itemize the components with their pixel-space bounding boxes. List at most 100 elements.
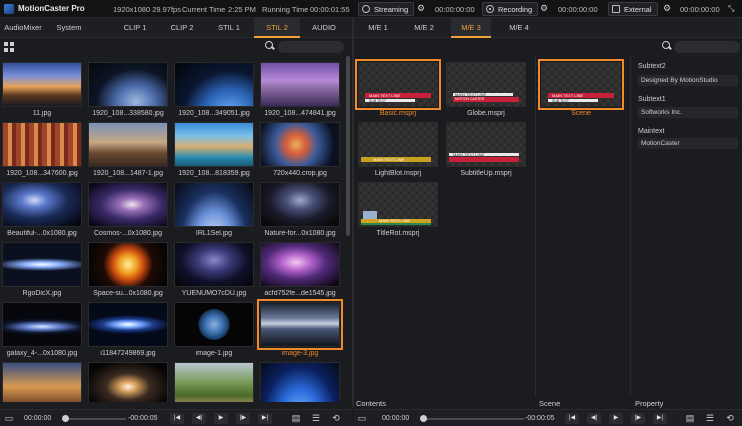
still-thumbnail[interactable]: Space-su...0x1080.jpg [88,242,168,297]
list-icon[interactable]: ☰ [704,413,716,424]
property-label: Maintext [638,128,665,135]
tab-clip-1[interactable]: CLIP 1 [113,18,157,38]
right-transport-bar: ▭ 00:00:00 -00:00:05 |◀ ◀| ▶ |▶ ▶| ▤ ☰ ⟲ [354,409,742,426]
still-thumbnail[interactable]: galaxy_4-...0x1080.jpg [2,302,82,357]
recording-button[interactable]: Recording [482,2,539,16]
loop-icon[interactable]: ⟲ [330,413,342,424]
still-thumbnail[interactable]: 1920_108...1487-1.jpg [88,122,168,177]
tab-audiomixer[interactable]: AudioMixer [0,18,46,38]
still-thumbnail-selected[interactable]: image-3.jpg [257,299,343,357]
tab-me-4[interactable]: M/E 4 [501,18,537,38]
streaming-settings-gear-icon[interactable]: ⚙ [417,4,426,13]
recording-settings-gear-icon[interactable]: ⚙ [540,4,549,13]
still-thumbnail[interactable]: 1920_108...347600.jpg [2,122,82,177]
scene-thumbnail[interactable]: MAIN TEXT LINE SUB TEXT Scene [538,59,624,117]
tab-me-3[interactable]: M/E 3 [451,18,491,38]
streaming-button[interactable]: Streaming [358,2,415,16]
still-thumbnail[interactable]: Nature-for...0x1080.jpg [260,182,340,237]
tab-me-1[interactable]: M/E 1 [360,18,396,38]
still-thumbnail[interactable]: 1920_108...818359.jpg [174,122,254,177]
still-thumbnail[interactable]: 1920_108...338580.jpg [88,62,168,117]
scene-section-label: Scene [539,399,561,408]
transport-seek-track[interactable] [64,418,126,420]
still-thumbnail[interactable]: YUENUMO7cDU.jpg [174,242,254,297]
tab-system[interactable]: System [50,18,88,38]
tab-clip-2[interactable]: CLIP 2 [160,18,204,38]
tab-stil-1[interactable]: STIL 1 [207,18,251,38]
loop-icon[interactable]: ⟲ [724,413,736,424]
property-value-field[interactable]: Softworks Inc. [638,107,738,118]
running-time-label: Running Time [262,5,309,14]
skip-to-end-button[interactable]: ▶| [653,413,667,424]
contents-scene-divider [535,56,536,396]
running-time: 00:00:01:55 [310,5,350,14]
skip-to-start-button[interactable]: |◀ [170,413,184,424]
search-icon[interactable] [265,41,275,51]
skip-to-end-button[interactable]: ▶| [258,413,272,424]
property-section-label: Property [635,399,664,408]
still-thumbnail[interactable]: image-1.jpg [174,302,254,357]
still-thumbnail[interactable]: Cosmos-...0x1080.jpg [88,182,168,237]
scene-property-divider [630,56,631,396]
tab-stil-2[interactable]: STIL 2 [254,18,300,38]
content-thumbnail-selected[interactable]: MAIN TEXT LINE SUB TEXT Basic.msprj [355,59,441,117]
content-thumbnail[interactable]: MAIN TEXT LINE TitleRot.msprj [358,182,438,237]
stills-toolbar [0,38,352,56]
play-button[interactable]: ▶ [609,413,623,424]
still-thumbnail[interactable]: IRL1Sel.jpg [174,182,254,237]
transport-seek-track[interactable] [422,418,524,420]
transport-end-time: -00:00:05 [128,415,158,422]
step-back-button[interactable]: ◀| [192,413,206,424]
folder-icon[interactable]: ▭ [356,413,368,424]
still-thumbnail[interactable] [174,362,254,402]
still-thumbnail[interactable] [2,362,82,402]
recording-time: 00:00:00:00 [558,5,598,14]
transport-start-time: 00:00:00 [24,415,52,422]
external-icon [612,5,620,13]
still-thumbnail[interactable]: RgoDicX.jpg [2,242,82,297]
play-button[interactable]: ▶ [214,413,228,424]
step-forward-button[interactable]: |▶ [631,413,645,424]
still-thumbnail[interactable]: i11847249869.jpg [88,302,168,357]
contents-search-input[interactable] [674,41,740,53]
external-button[interactable]: External [608,2,658,16]
content-thumbnail[interactable]: MAIN TEXT LINE LightBlot.msprj [358,122,438,177]
property-value-field[interactable]: MotionCaster [638,138,738,149]
transport-seek-knob[interactable] [62,415,69,422]
grid-view-icon[interactable] [4,42,14,52]
property-value-field[interactable]: Designed By MotionStudio [638,75,738,86]
step-back-button[interactable]: ◀| [587,413,601,424]
step-forward-button[interactable]: |▶ [236,413,250,424]
collapse-arrow-icon[interactable]: ⤡ [728,4,734,14]
stills-search-input[interactable] [278,41,344,53]
folder-icon[interactable]: ▭ [3,413,15,424]
app-logo-icon [4,3,14,14]
still-thumbnail[interactable]: 720x440.crop.jpg [260,122,340,177]
transport-seek-knob[interactable] [420,415,427,422]
list-icon[interactable]: ☰ [310,413,322,424]
resolution-readout: 1920x1080 29.97fps [113,5,181,14]
contents-section-label: Contents [356,399,387,408]
clapper-icon[interactable]: ▤ [684,413,696,424]
still-thumbnail[interactable]: acfd752fe...de1545.jpg [260,242,340,297]
still-thumbnail[interactable]: 11.jpg [2,62,82,117]
tab-audio[interactable]: AUDIO [302,18,346,38]
panel-divider[interactable] [352,18,354,408]
app-title: MotionCaster Pro [18,4,85,13]
external-settings-gear-icon[interactable]: ⚙ [663,4,672,13]
still-thumbnail[interactable]: Beautiful-...0x1080.jpg [2,182,82,237]
still-thumbnail[interactable]: 1920_108...349051.jpg [174,62,254,117]
content-thumbnail[interactable]: MAIN TEXT LINE MOTION CASTER Globe.msprj [446,62,526,117]
stills-scrollbar[interactable] [345,56,351,402]
content-thumbnail[interactable]: MAIN TEXT LINE SubtitleUp.msprj [446,122,526,177]
still-thumbnail[interactable] [260,362,340,402]
still-thumbnail[interactable]: 1920_108...474841.jpg [260,62,340,117]
title-bar: MotionCaster Pro 1920x1080 29.97fps Curr… [0,0,742,18]
still-thumbnail[interactable] [88,362,168,402]
recording-icon [486,5,494,13]
tab-me-2[interactable]: M/E 2 [406,18,442,38]
transport-end-time: -00:00:05 [525,415,555,422]
clapper-icon[interactable]: ▤ [290,413,302,424]
search-icon[interactable] [662,41,672,51]
skip-to-start-button[interactable]: |◀ [565,413,579,424]
